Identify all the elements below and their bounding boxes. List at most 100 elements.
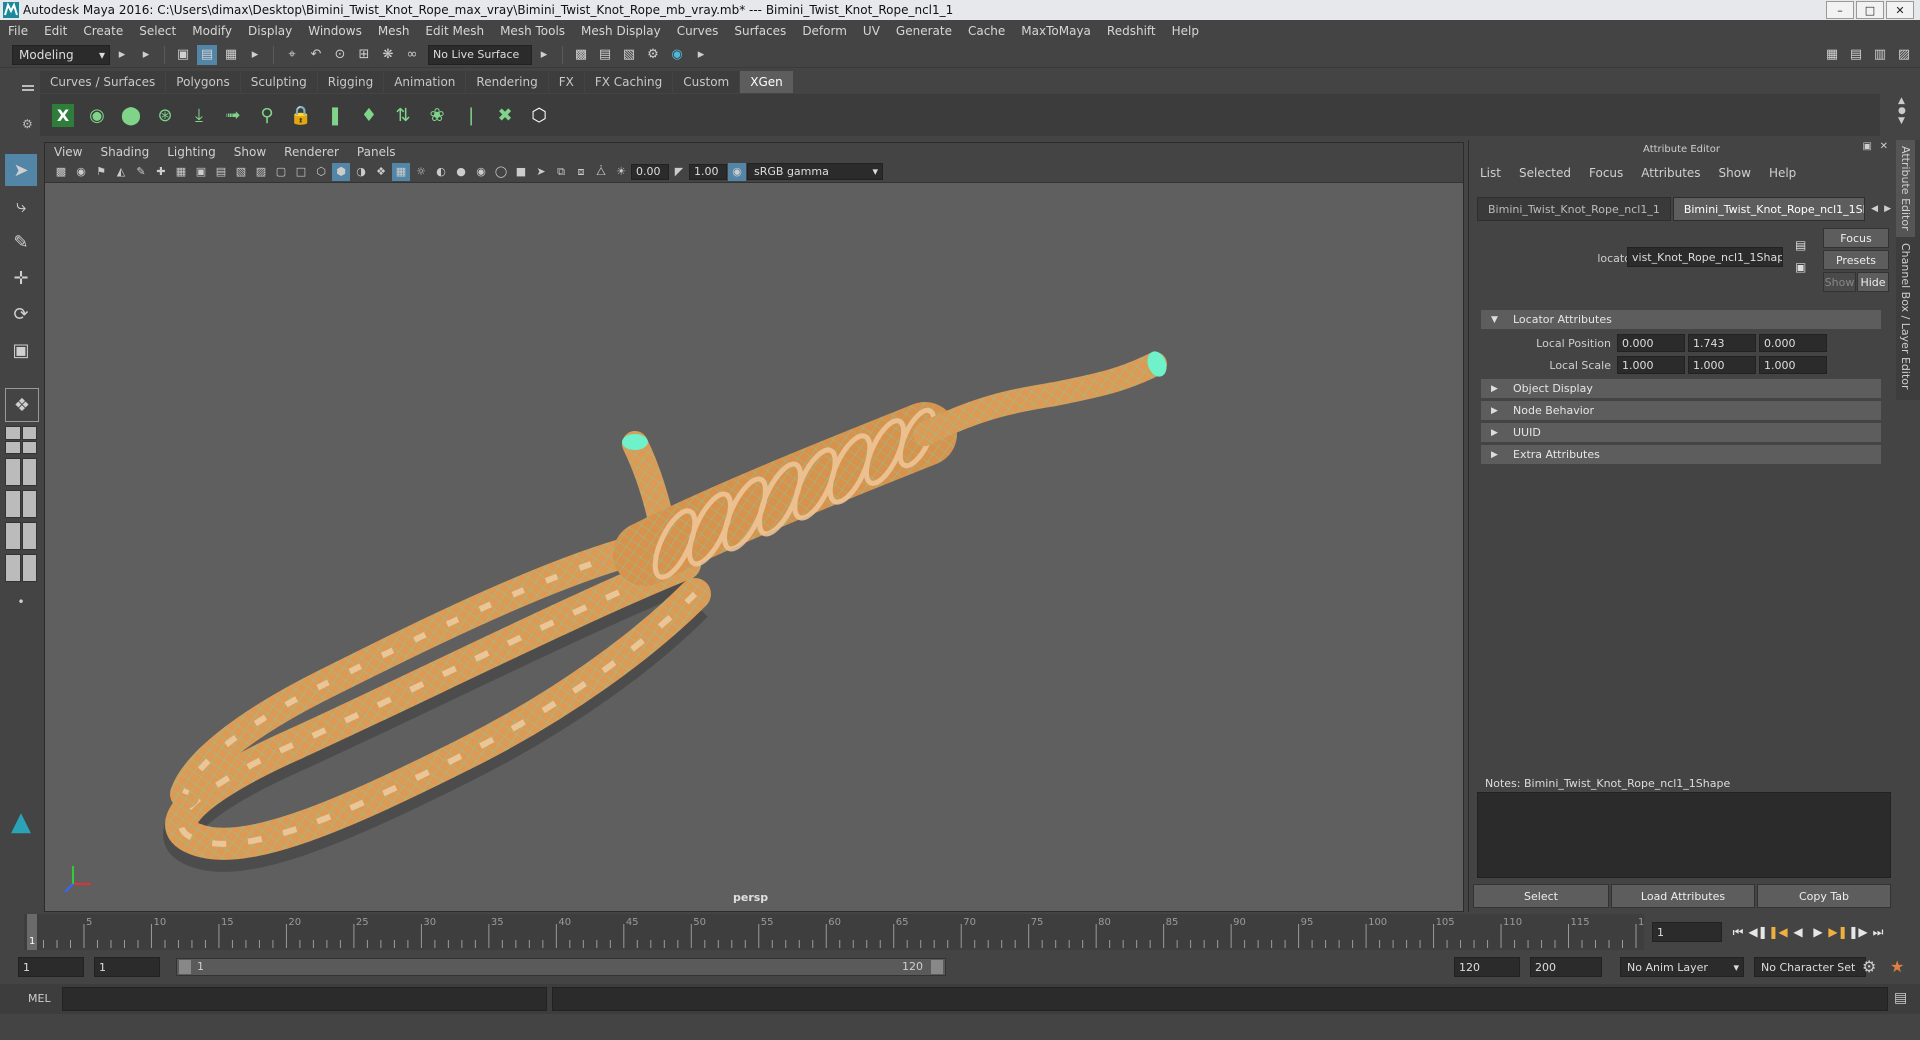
wireframe-on-shaded-icon[interactable]: ❖ [372, 163, 390, 181]
xgen-cube-icon[interactable]: ⬡ [524, 98, 554, 132]
section-extra-attributes[interactable]: ▶ Extra Attributes [1481, 445, 1881, 464]
side-tab-channel-box[interactable]: Channel Box / Layer Editor [1896, 237, 1915, 396]
step-forward-key-icon[interactable]: ❚▶ [1848, 922, 1868, 942]
menu-deform[interactable]: Deform [794, 24, 855, 38]
color-management-icon[interactable]: ◉ [728, 162, 746, 181]
menu-mesh[interactable]: Mesh [370, 24, 418, 38]
gate-mask-icon[interactable]: ▧ [232, 163, 250, 181]
shelf-tab-fx[interactable]: FX [548, 71, 584, 93]
float-panel-icon[interactable]: ▣ [1863, 141, 1872, 152]
menu-curves[interactable]: Curves [669, 24, 727, 38]
gamma-icon[interactable]: ◤ [670, 163, 688, 181]
focus-button[interactable]: Focus [1823, 228, 1889, 248]
current-frame-field[interactable]: 1 [1652, 922, 1722, 942]
expand-arrow-icon[interactable]: ▸ [534, 45, 554, 65]
camera-attributes-icon[interactable]: ◉ [72, 163, 90, 181]
xgen-create-description-icon[interactable]: ⬤ [116, 98, 146, 132]
go-to-end-icon[interactable]: ⏭ [1868, 922, 1888, 942]
shadows-icon[interactable]: ◐ [432, 163, 450, 181]
exposure-field[interactable]: 0.00 [631, 163, 669, 180]
shelf-tab-xgen[interactable]: XGen [740, 71, 793, 93]
hypershade-icon[interactable]: ◉ [667, 45, 687, 65]
xgen-lock-length-icon[interactable]: 🔒 [286, 98, 316, 132]
menu-file[interactable]: File [0, 24, 36, 38]
move-tool-icon[interactable]: ✛ [5, 262, 37, 294]
scroll-down-icon[interactable]: ▼ [1898, 116, 1914, 126]
character-set-dropdown[interactable]: No Character Set [1754, 957, 1866, 977]
section-object-display[interactable]: ▶ Object Display [1481, 379, 1881, 398]
ae-menu-focus[interactable]: Focus [1580, 166, 1632, 180]
viewport-panel[interactable]: View Shading Lighting Show Renderer Pane… [44, 142, 1464, 912]
xgen-add-guide-icon[interactable]: ➟ [218, 98, 248, 132]
paint-select-tool-icon[interactable]: ✎ [5, 226, 37, 258]
xray-icon[interactable]: ⧉ [552, 163, 570, 181]
ae-menu-selected[interactable]: Selected [1510, 166, 1580, 180]
render-icon[interactable]: ▩ [571, 45, 591, 65]
expand-arrow-icon[interactable]: ▸ [136, 45, 156, 65]
more-layouts-icon[interactable]: • [5, 586, 37, 618]
workspace-layout-icon[interactable]: ▦ [1822, 45, 1842, 65]
exposure-icon[interactable]: ☀ [612, 163, 630, 181]
viewport-menu-view[interactable]: View [45, 145, 91, 159]
menu-windows[interactable]: Windows [300, 24, 370, 38]
snap-view-icon[interactable]: ⊞ [354, 45, 374, 65]
local-position-z[interactable]: 0.000 [1759, 334, 1827, 352]
menu-generate[interactable]: Generate [888, 24, 960, 38]
copy-tab-button[interactable]: Copy Tab [1757, 884, 1891, 908]
bookmark-icon[interactable]: ⚑ [92, 163, 110, 181]
ae-menu-attributes[interactable]: Attributes [1632, 166, 1709, 180]
viewport-menu-panels[interactable]: Panels [348, 145, 405, 159]
xgen-rebuild-icon[interactable]: ⇅ [388, 98, 418, 132]
anim-layer-dropdown[interactable]: No Anim Layer ▾ [1620, 957, 1744, 977]
rope-model[interactable] [163, 349, 1170, 872]
safe-action-icon[interactable]: ▢ [272, 163, 290, 181]
shelf-tab-curves-surfaces[interactable]: Curves / Surfaces [40, 71, 166, 93]
local-scale-x[interactable]: 1.000 [1617, 356, 1685, 374]
menu-maxtomaya[interactable]: MaxToMaya [1013, 24, 1099, 38]
anti-aliasing-icon[interactable]: ◯ [492, 163, 510, 181]
render-sequence-icon[interactable]: ▤ [595, 45, 615, 65]
shelf-tab-polygons[interactable]: Polygons [166, 71, 240, 93]
camera-select-icon[interactable]: ▩ [52, 163, 70, 181]
xgen-grooming-icon[interactable]: ⊛ [150, 98, 180, 132]
focus-node-icon[interactable]: ▤ [1795, 238, 1806, 252]
xgen-guide-density-icon[interactable]: ❚ [320, 98, 350, 132]
local-scale-z[interactable]: 1.000 [1759, 356, 1827, 374]
step-back-key-icon[interactable]: ◀❚ [1748, 922, 1768, 942]
color-space-dropdown[interactable]: sRGB gamma ▾ [747, 163, 883, 180]
locator-name-field[interactable]: vist_Knot_Rope_ncl1_1Shape [1627, 247, 1783, 267]
xgen-editor-icon[interactable]: X [48, 98, 78, 132]
snap-surface-icon[interactable]: ❋ [378, 45, 398, 65]
tab-shape-node[interactable]: Bimini_Twist_Knot_Rope_ncl1_1Shape [1672, 197, 1866, 221]
image-plane-icon[interactable]: ◭ [112, 163, 130, 181]
xray-joints-icon[interactable]: ⧈ [572, 163, 590, 181]
script-editor-icon[interactable]: ▤ [1894, 990, 1907, 1006]
playback-start-field[interactable]: 1 [94, 957, 160, 977]
four-view-layout-icon[interactable] [5, 426, 37, 454]
expand-arrow-icon[interactable]: ▸ [245, 45, 265, 65]
play-forwards-icon[interactable]: ▶ [1808, 922, 1828, 942]
textured-icon[interactable]: ▦ [392, 162, 410, 181]
ae-menu-list[interactable]: List [1471, 166, 1510, 180]
scroll-up-icon[interactable]: ▲ [1898, 96, 1914, 106]
grid-icon[interactable]: ▦ [172, 163, 190, 181]
playback-end-field[interactable]: 120 [1454, 957, 1520, 977]
shelf-scroll[interactable]: ▲ ● ▼ [1898, 96, 1914, 134]
xgen-place-guide-icon[interactable]: ⤓ [184, 98, 214, 132]
scale-tool-icon[interactable]: ▣ [5, 334, 37, 366]
grease-pencil-icon[interactable]: ✎ [132, 163, 150, 181]
snap-curve-icon[interactable]: ↶ [306, 45, 326, 65]
menu-modify[interactable]: Modify [184, 24, 240, 38]
load-attributes-button[interactable]: Load Attributes [1611, 884, 1755, 908]
menu-cache[interactable]: Cache [960, 24, 1013, 38]
persp-hypershade-layout-icon[interactable] [5, 522, 37, 550]
section-locator-attributes[interactable]: ▼ Locator Attributes [1481, 310, 1881, 329]
animation-preferences-icon[interactable]: ★ [1890, 957, 1904, 976]
menu-edit-mesh[interactable]: Edit Mesh [417, 24, 492, 38]
modeling-toolkit-icon[interactable]: ▨ [1894, 45, 1914, 65]
menu-display[interactable]: Display [240, 24, 300, 38]
viewport-menu-renderer[interactable]: Renderer [275, 145, 348, 159]
expand-arrow-icon[interactable]: ▸ [691, 45, 711, 65]
gamma-field[interactable]: 1.00 [689, 163, 727, 180]
local-position-x[interactable]: 0.000 [1617, 334, 1685, 352]
